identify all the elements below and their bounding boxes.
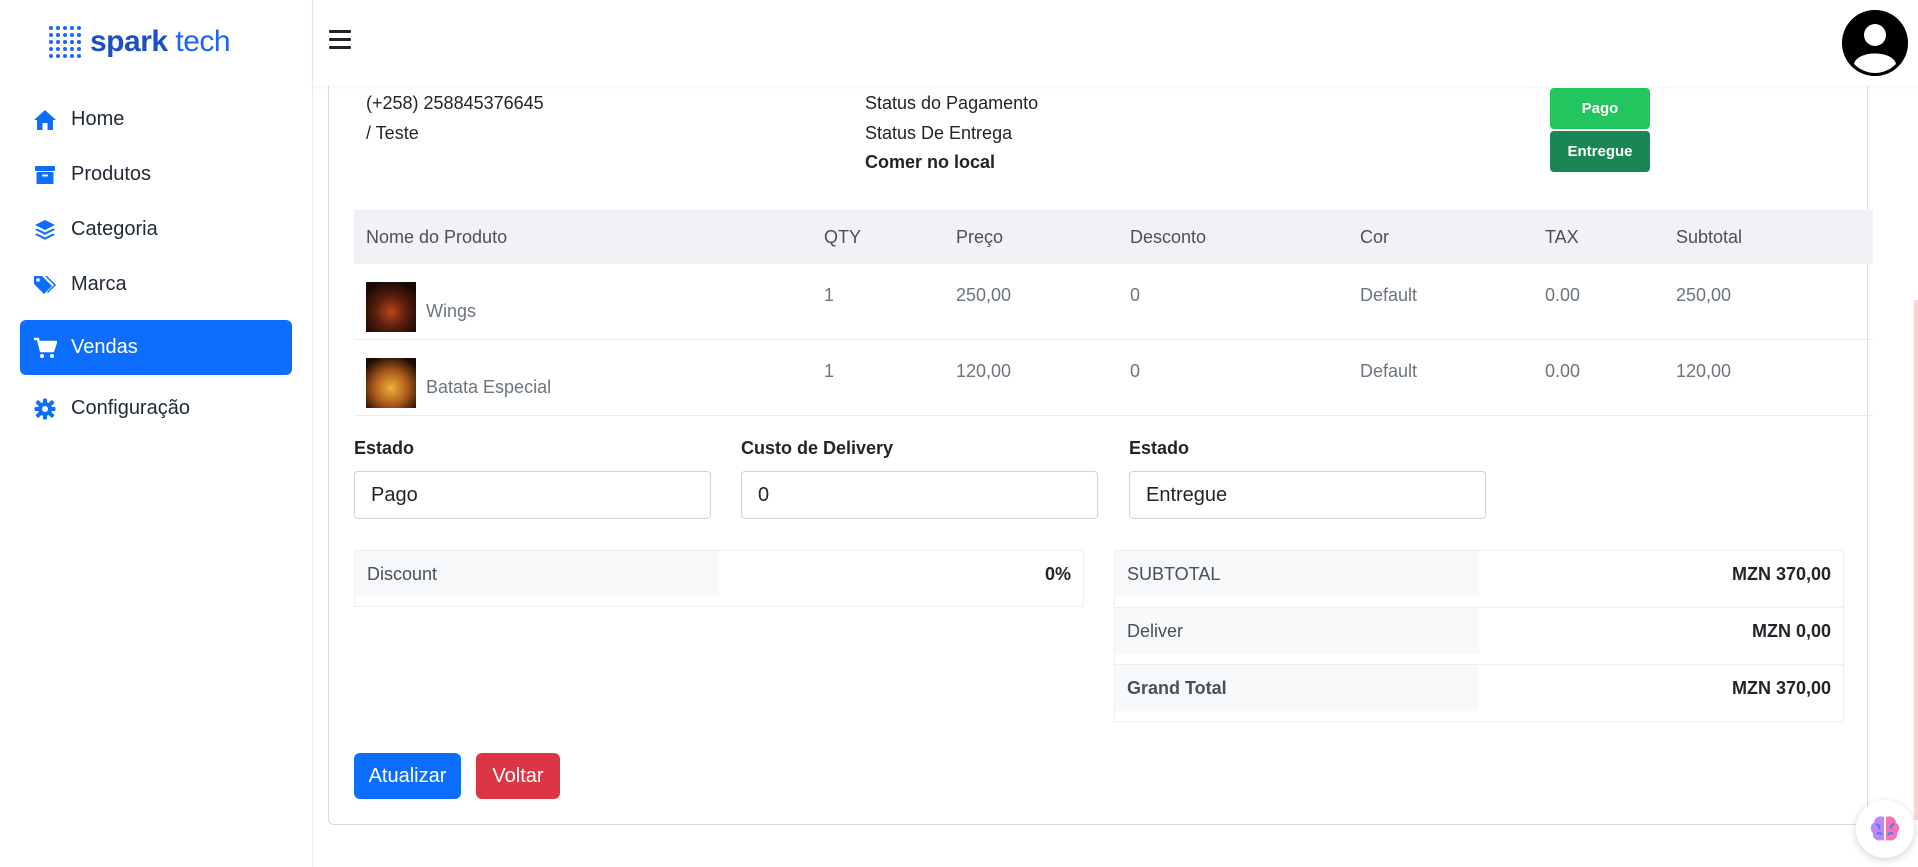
tags-icon	[32, 273, 58, 297]
payment-status-label: Status do Pagamento	[865, 93, 1039, 113]
product-cell: Batata Especial	[354, 340, 812, 415]
col-header: Cor	[1360, 226, 1390, 247]
qty-cell: 1	[824, 361, 835, 381]
customer-phone: (+258) 258845376645	[366, 93, 544, 113]
sidebar-item-label: Vendas	[71, 336, 138, 358]
deliver-label: Deliver	[1115, 608, 1479, 654]
cart-icon	[32, 336, 58, 360]
topbar	[313, 0, 1918, 86]
discount-label: Discount	[355, 551, 719, 597]
delivery-cost-input[interactable]: 0	[741, 471, 1098, 519]
user-avatar[interactable]	[1842, 10, 1908, 76]
sidebar-item-label: Marca	[71, 273, 127, 295]
logo-dots-icon	[48, 25, 82, 59]
deliver-value: MZN 0,00	[1751, 620, 1831, 641]
grand-total-value: MZN 370,00	[1731, 677, 1831, 698]
tax-cell: 0.00	[1545, 285, 1581, 305]
delivery-status-badge: Entregue	[1550, 131, 1650, 172]
brand-logo[interactable]: spark tech	[48, 25, 231, 59]
table-row: Batata Especial 1 120,00 0 Default 0.00 …	[354, 340, 1873, 416]
col-header: Desconto	[1130, 226, 1207, 247]
discount-summary: Discount 0%	[354, 550, 1084, 607]
layers-icon	[32, 218, 58, 242]
discount-value: 0%	[1044, 563, 1071, 584]
table-row: Wings 1 250,00 0 Default 0.00 250,00	[354, 264, 1873, 340]
sidebar: spark tech Home Produtos Categoria Marca	[0, 0, 313, 867]
col-header: Nome do Produto	[366, 226, 508, 247]
estado2-label: Estado	[1129, 438, 1190, 458]
order-type: Comer no local	[865, 152, 996, 172]
sidebar-item-home[interactable]: Home	[20, 92, 292, 147]
payment-status-badge: Pago	[1550, 88, 1650, 129]
sidebar-item-label: Produtos	[71, 163, 152, 185]
price-cell: 250,00	[956, 285, 1012, 305]
sidebar-item-label: Categoria	[71, 218, 158, 240]
subtotal-cell: 250,00	[1676, 285, 1732, 305]
discount-cell: 0	[1130, 361, 1141, 381]
sidebar-item-label: Home	[71, 108, 125, 130]
color-cell: Default	[1360, 361, 1418, 381]
delivery-status-label: Status De Entrega	[865, 123, 1013, 143]
col-header: Preço	[956, 226, 1004, 247]
estado-label: Estado	[354, 438, 415, 458]
sidebar-item-produtos[interactable]: Produtos	[20, 147, 292, 202]
summary-row: Discount 0%	[355, 551, 1083, 608]
brand-name: spark tech	[90, 25, 231, 58]
menu-toggle-icon[interactable]	[329, 30, 351, 52]
price-cell: 120,00	[956, 361, 1012, 381]
subtotal-cell: 120,00	[1676, 361, 1732, 381]
sidebar-item-categoria[interactable]: Categoria	[20, 202, 292, 257]
product-cell: Wings	[354, 264, 812, 339]
subtotal-value: MZN 370,00	[1731, 563, 1831, 584]
payment-status-select[interactable]: Pago	[354, 471, 711, 519]
col-header: TAX	[1545, 226, 1579, 247]
color-cell: Default	[1360, 285, 1418, 305]
sidebar-nav: Home Produtos Categoria Marca Vendas Con…	[20, 92, 292, 436]
table-header: Nome do Produto QTY Preço Desconto Cor T…	[354, 210, 1873, 264]
subtotal-label: SUBTOTAL	[1115, 551, 1479, 597]
grand-total-label: Grand Total	[1115, 665, 1479, 711]
product-name: Wings	[426, 300, 477, 321]
archive-icon	[32, 163, 58, 187]
sidebar-item-configuracao[interactable]: Configuração	[20, 381, 292, 436]
product-name: Batata Especial	[426, 376, 552, 397]
update-button[interactable]: Atualizar	[354, 753, 461, 799]
gear-icon	[32, 397, 58, 421]
qty-cell: 1	[824, 285, 835, 305]
scrollbar[interactable]	[1914, 300, 1918, 820]
summary-row: Grand Total MZN 370,00	[1115, 665, 1843, 722]
col-header: QTY	[824, 226, 862, 247]
product-image	[366, 282, 416, 332]
col-header: Subtotal	[1676, 226, 1743, 247]
sidebar-item-vendas[interactable]: Vendas	[20, 320, 292, 375]
assistant-brain-icon[interactable]	[1856, 800, 1914, 858]
product-image	[366, 358, 416, 408]
delivery-status-select[interactable]: Entregue	[1129, 471, 1486, 519]
back-button[interactable]: Voltar	[476, 753, 560, 799]
home-icon	[32, 108, 58, 132]
products-table: Nome do Produto QTY Preço Desconto Cor T…	[354, 210, 1873, 416]
delivery-cost-label: Custo de Delivery	[741, 438, 894, 458]
sidebar-item-marca[interactable]: Marca	[20, 257, 292, 312]
summary-row: SUBTOTAL MZN 370,00	[1115, 551, 1843, 608]
sidebar-item-label: Configuração	[71, 397, 190, 419]
customer-name: / Teste	[366, 123, 419, 143]
summary-row: Deliver MZN 0,00	[1115, 608, 1843, 665]
totals-summary: SUBTOTAL MZN 370,00 Deliver MZN 0,00 Gra…	[1114, 550, 1844, 722]
tax-cell: 0.00	[1545, 361, 1581, 381]
discount-cell: 0	[1130, 285, 1141, 305]
